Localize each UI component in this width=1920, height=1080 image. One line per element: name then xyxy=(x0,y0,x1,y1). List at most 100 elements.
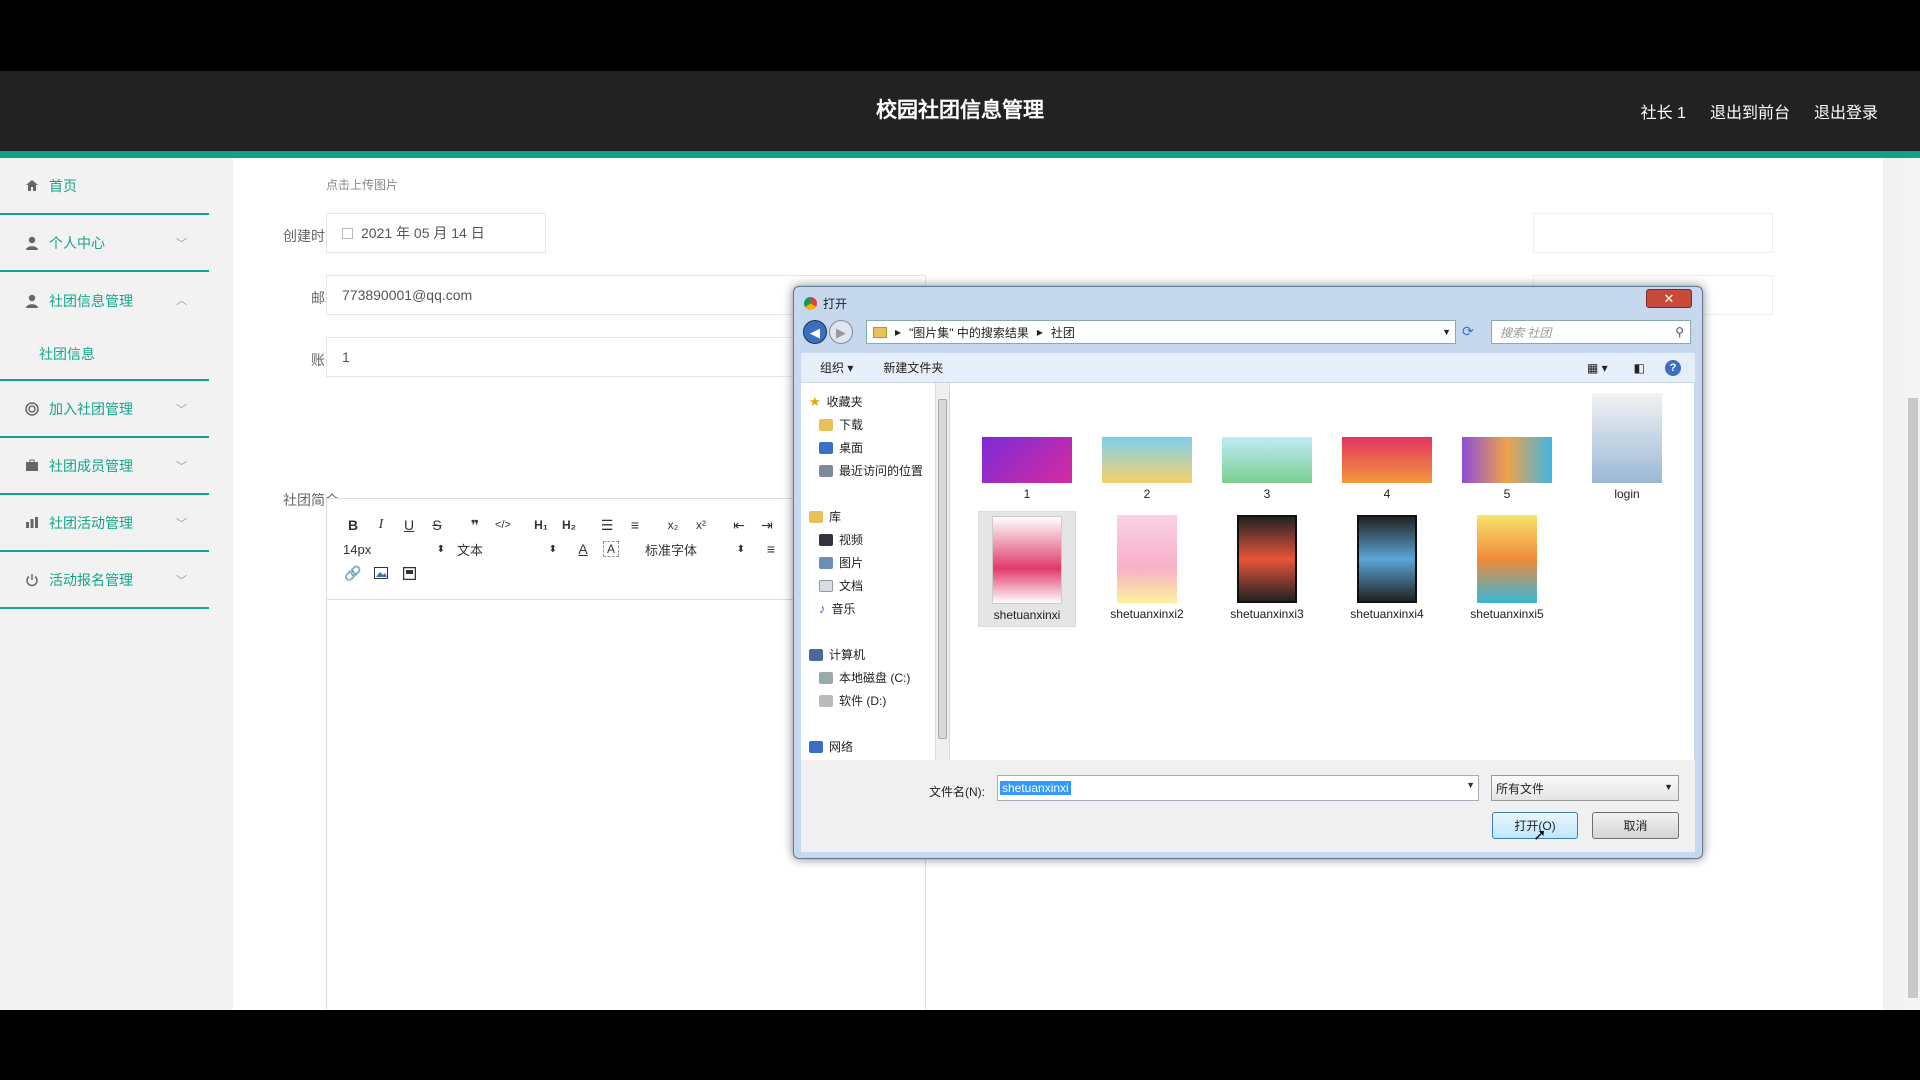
background-color-icon[interactable]: A xyxy=(603,541,619,557)
nav-documents[interactable]: 文档 xyxy=(819,577,863,594)
preview-pane-icon[interactable]: ◧ xyxy=(1634,361,1645,375)
font-size-select[interactable]: 14px ⬍ xyxy=(343,538,457,560)
chevron-down-icon: ﹀ xyxy=(176,461,187,473)
sidebar-item-home[interactable]: 首页 xyxy=(0,158,209,215)
dialog-close-button[interactable]: ✕ xyxy=(1646,289,1692,308)
back-arrow-icon[interactable]: ◀ xyxy=(803,320,827,344)
page-scrollbar[interactable] xyxy=(1905,158,1920,1010)
align-icon[interactable]: ≡ xyxy=(757,538,785,560)
quote-icon[interactable]: ❞ xyxy=(461,514,489,536)
chevron-down-icon: ﹀ xyxy=(176,575,187,587)
user-link[interactable]: 社长 1 xyxy=(1641,99,1686,123)
file-item-selected[interactable]: shetuanxinxi xyxy=(978,511,1076,627)
filename-input[interactable]: shetuanxinxi ▼ xyxy=(997,775,1479,801)
outdent-icon[interactable]: ⇥ xyxy=(753,514,781,536)
briefcase-icon xyxy=(24,458,40,474)
created-time-field[interactable]: 2021 年 05 月 14 日 xyxy=(326,213,546,253)
sidebar-subitem-club-info[interactable]: 社团信息 xyxy=(0,329,209,381)
file-item[interactable]: shetuanxinxi4 xyxy=(1338,515,1436,621)
file-name: shetuanxinxi4 xyxy=(1350,607,1424,621)
ordered-list-icon[interactable]: ☰ xyxy=(593,514,621,536)
address-bar[interactable]: ▸ "图片集" 中的搜索结果 ▸ 社团 ▼ xyxy=(866,320,1456,344)
file-name: 5 xyxy=(1503,487,1511,501)
subscript-icon[interactable]: x₂ xyxy=(659,514,687,536)
nav-computer[interactable]: 计算机 xyxy=(809,646,865,663)
search-input[interactable]: 搜索 社团 ⚲ xyxy=(1491,320,1691,344)
refresh-icon[interactable]: ⟳ xyxy=(1462,323,1474,340)
field-right-1[interactable] xyxy=(1533,213,1773,253)
file-item[interactable]: 3 xyxy=(1218,437,1316,501)
file-item[interactable]: 5 xyxy=(1458,437,1556,501)
document-library-icon xyxy=(819,579,833,592)
nav-label: 图片 xyxy=(839,556,864,570)
nav-recent[interactable]: 最近访问的位置 xyxy=(819,462,923,479)
nav-network[interactable]: 网络 xyxy=(809,738,853,755)
video-icon[interactable] xyxy=(395,562,423,584)
sidebar-item-registration[interactable]: 活动报名管理 ﹀ xyxy=(0,552,209,609)
file-list: 1 2 3 4 5 login shetuanxinxi shetuanxinx… xyxy=(950,383,1694,760)
unordered-list-icon[interactable]: ≡ xyxy=(621,514,649,536)
power-icon xyxy=(24,572,40,588)
forward-arrow-icon[interactable]: ▶ xyxy=(829,320,853,344)
italic-icon[interactable]: I xyxy=(367,514,395,536)
help-icon[interactable]: ? xyxy=(1665,359,1681,376)
sidebar-item-members[interactable]: 社团成员管理 ﹀ xyxy=(0,438,209,495)
folder-icon xyxy=(873,326,887,338)
code-icon[interactable]: </> xyxy=(489,514,517,536)
sidebar-item-personal[interactable]: 个人中心 ﹀ xyxy=(0,215,209,272)
new-folder-button[interactable]: 新建文件夹 xyxy=(883,359,943,376)
nav-favorites[interactable]: ★ 收藏夹 xyxy=(809,393,863,410)
heading1-icon[interactable]: H₁ xyxy=(527,514,555,536)
filetype-select[interactable]: 所有文件 ▼ xyxy=(1491,775,1679,801)
file-item[interactable]: 2 xyxy=(1098,437,1196,501)
breadcrumb-search-results[interactable]: "图片集" 中的搜索结果 xyxy=(909,324,1029,341)
file-item[interactable]: shetuanxinxi5 xyxy=(1458,515,1556,621)
chevron-down-icon: ﹀ xyxy=(176,238,187,250)
dialog-cancel-button[interactable]: 取消 xyxy=(1592,812,1679,839)
star-icon: ★ xyxy=(809,393,821,409)
bold-icon[interactable]: B xyxy=(339,514,367,536)
file-item[interactable]: 4 xyxy=(1338,437,1436,501)
block-type-select[interactable]: 文本 ⬍ xyxy=(457,538,569,560)
address-dropdown-icon[interactable]: ▼ xyxy=(1442,327,1451,337)
file-item[interactable]: shetuanxinxi3 xyxy=(1218,515,1316,621)
file-item[interactable]: 1 xyxy=(978,437,1076,501)
sidebar-item-join[interactable]: 加入社团管理 ﹀ xyxy=(0,381,209,438)
nav-videos[interactable]: 视频 xyxy=(819,531,863,548)
sidebar-item-label: 个人中心 xyxy=(49,234,105,251)
indent-icon[interactable]: ⇤ xyxy=(725,514,753,536)
editor-toolbar-row-1: B I U S ❞ </> H₁ H₂ ☰ ≡ x₂ x² ⇤ ⇥ xyxy=(339,513,781,537)
file-item[interactable]: login xyxy=(1578,393,1676,501)
navigation-scrollbar[interactable] xyxy=(935,383,949,760)
nav-downloads[interactable]: 下载 xyxy=(819,416,863,433)
link-icon[interactable]: 🔗 xyxy=(339,562,367,584)
view-menu-icon[interactable]: ▦ ▾ xyxy=(1587,361,1608,375)
superscript-icon[interactable]: x² xyxy=(687,514,715,536)
underline-icon[interactable]: U xyxy=(395,514,423,536)
nav-disk-d[interactable]: 软件 (D:) xyxy=(819,692,886,709)
upload-hint[interactable]: 点击上传图片 xyxy=(326,176,398,193)
heading2-icon[interactable]: H₂ xyxy=(555,514,583,536)
image-icon[interactable] xyxy=(367,562,395,584)
strikethrough-icon[interactable]: S xyxy=(423,514,451,536)
nav-label: 软件 (D:) xyxy=(839,694,887,708)
user-icon xyxy=(24,235,40,251)
breadcrumb-folder[interactable]: 社团 xyxy=(1051,324,1075,341)
file-item[interactable]: shetuanxinxi2 xyxy=(1098,515,1196,621)
nav-libraries[interactable]: 库 xyxy=(809,508,841,525)
exit-to-frontend-link[interactable]: 退出到前台 xyxy=(1710,99,1790,123)
logout-link[interactable]: 退出登录 xyxy=(1814,99,1878,123)
filename-dropdown-icon[interactable]: ▼ xyxy=(1466,780,1475,790)
picture-library-icon xyxy=(819,556,833,569)
font-family-select[interactable]: 标准字体 ⬍ xyxy=(645,538,757,560)
sidebar-item-club-info[interactable]: 社团信息管理 ︿ xyxy=(0,272,209,329)
sidebar-item-activities[interactable]: 社团活动管理 ﹀ xyxy=(0,495,209,552)
nav-pictures[interactable]: 图片 xyxy=(819,554,863,571)
nav-disk-c[interactable]: 本地磁盘 (C:) xyxy=(819,669,910,686)
organize-menu[interactable]: 组织 ▾ xyxy=(820,359,853,376)
nav-desktop[interactable]: 桌面 xyxy=(819,439,863,456)
page-scrollbar-thumb[interactable] xyxy=(1908,398,1918,998)
font-color-icon[interactable]: A xyxy=(569,538,597,560)
nav-music[interactable]: ♪ 音乐 xyxy=(819,600,856,617)
navigation-scrollbar-thumb[interactable] xyxy=(938,399,947,739)
